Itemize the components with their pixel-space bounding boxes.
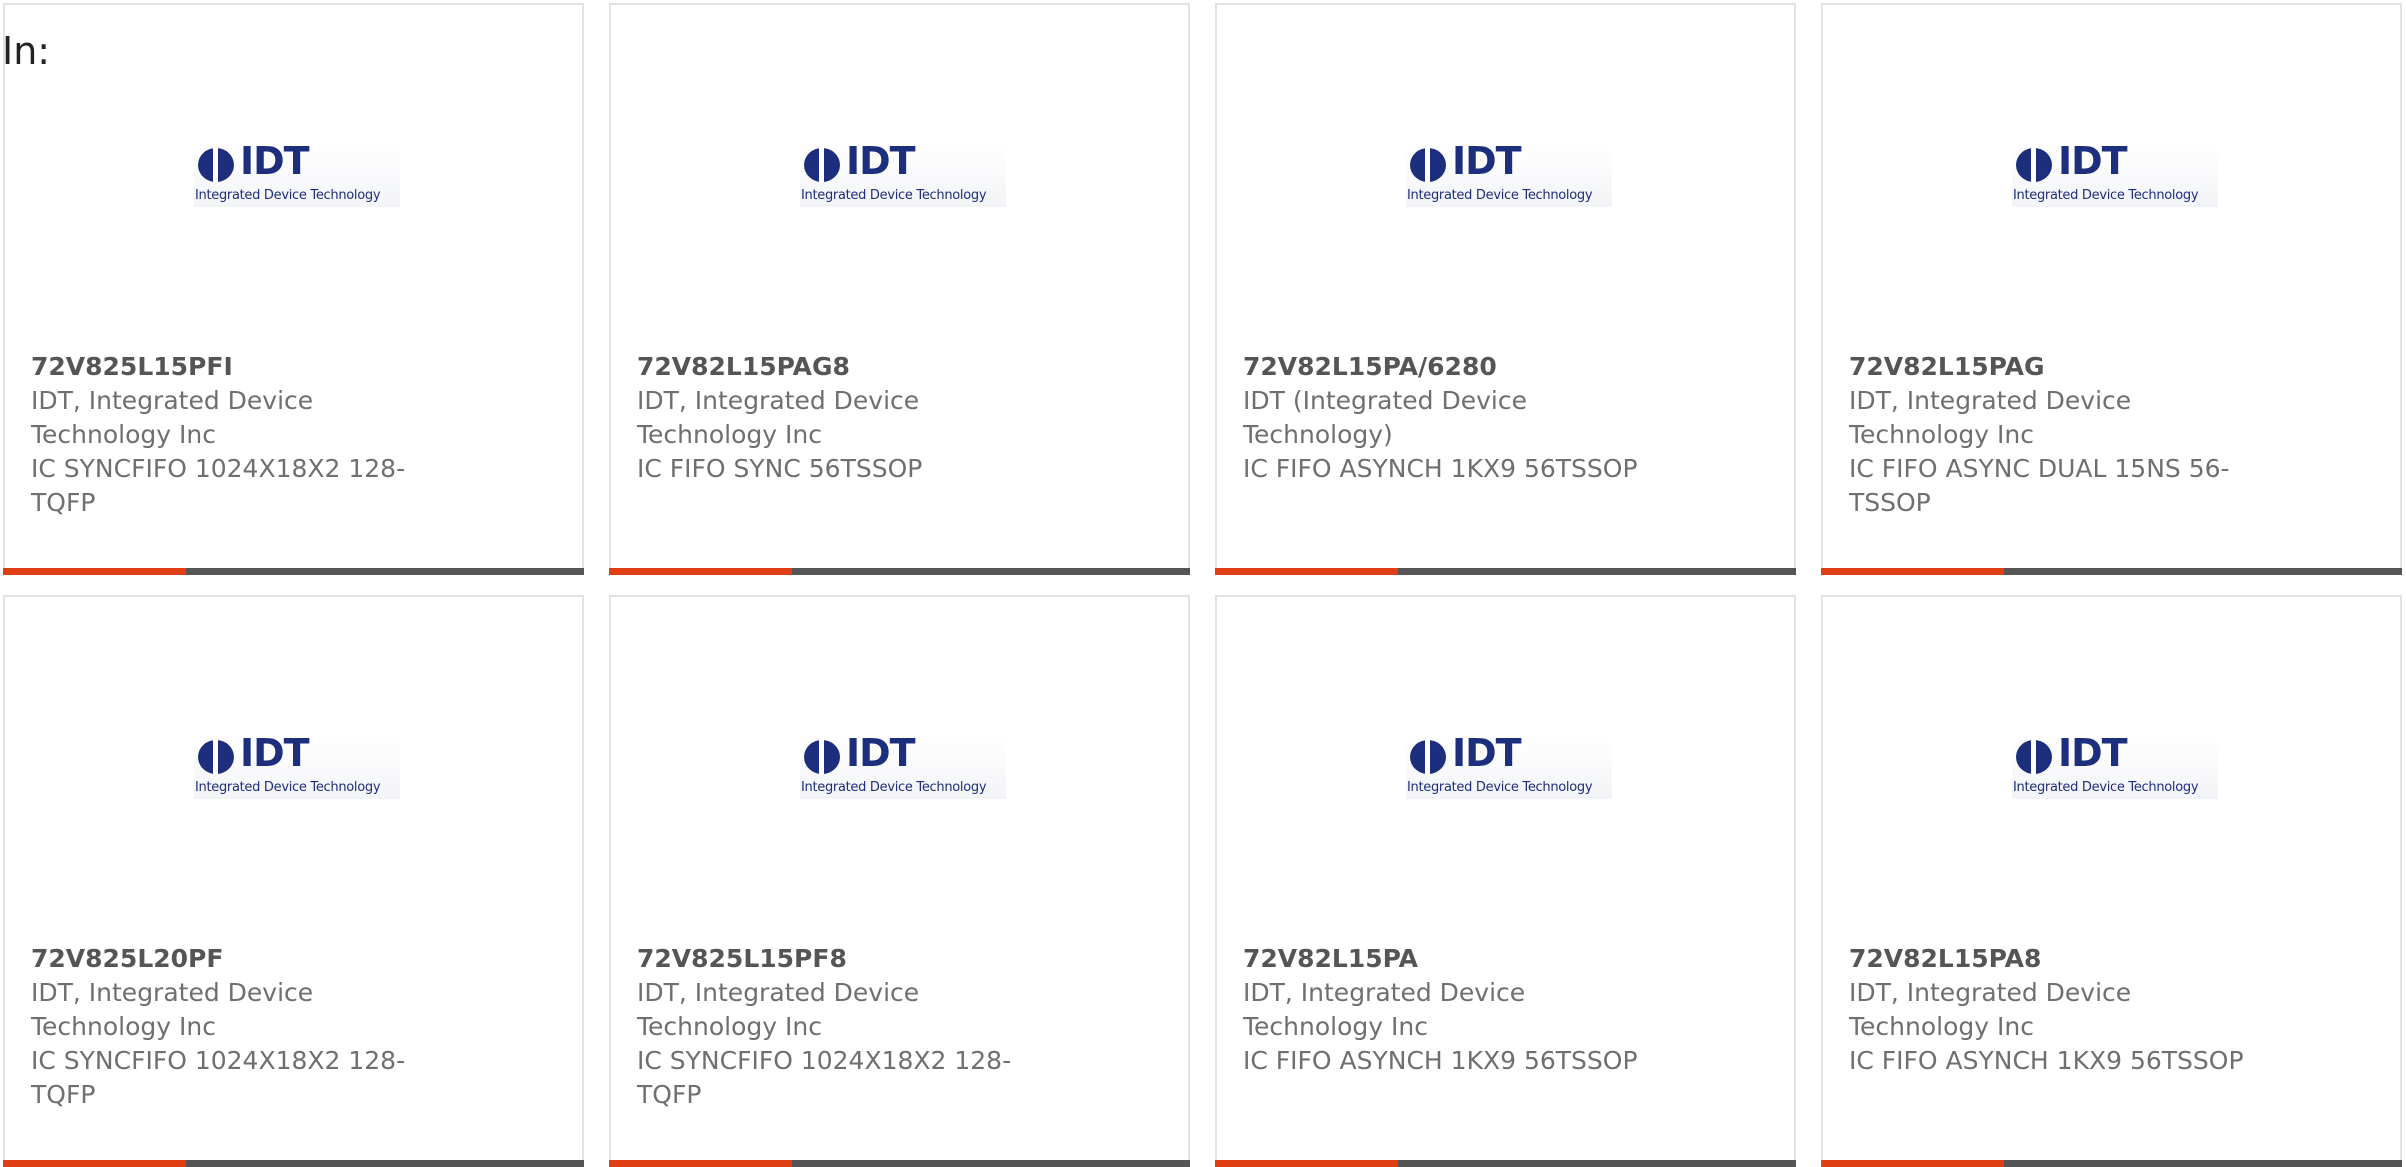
product-info: 72V82L15PAG8 IDT, Integrated Device Tech… (637, 350, 1057, 486)
product-card[interactable]: IDT Integrated Device Technology 72V825L… (609, 595, 1190, 1167)
idt-logo: IDT Integrated Device Technology (2012, 731, 2218, 799)
product-card[interactable]: IDT Integrated Device Technology 72V82L1… (1821, 595, 2402, 1167)
idt-logo-icon (198, 147, 234, 183)
part-number[interactable]: 72V82L15PA (1243, 942, 1663, 976)
card-bottom-bar (1215, 1160, 1796, 1167)
idt-logo: IDT Integrated Device Technology (1406, 731, 1612, 799)
description: IC FIFO ASYNCH 1KX9 56TSSOP (1849, 1046, 2244, 1075)
card-bottom-accent (3, 568, 186, 575)
card-bottom-bar (609, 1160, 1190, 1167)
product-grid: IDT Integrated Device Technology 72V825L… (3, 3, 2403, 1167)
product-info: 72V82L15PA IDT, Integrated Device Techno… (1243, 942, 1663, 1078)
product-info: 72V825L20PF IDT, Integrated Device Techn… (31, 942, 451, 1112)
card-bottom-bar (1215, 568, 1796, 575)
idt-logo: IDT Integrated Device Technology (2012, 139, 2218, 207)
description: IC SYNCFIFO 1024X18X2 128-TQFP (637, 1046, 1012, 1109)
part-number[interactable]: 72V825L20PF (31, 942, 451, 976)
manufacturer: IDT (Integrated Device Technology) (1243, 386, 1527, 449)
logo-wordmark: IDT (2058, 139, 2128, 183)
idt-logo-icon (1410, 147, 1446, 183)
product-info: 72V82L15PAG IDT, Integrated Device Techn… (1849, 350, 2269, 520)
logo-wordmark: IDT (1452, 139, 1522, 183)
logo-tagline: Integrated Device Technology (2013, 780, 2199, 795)
product-card[interactable]: IDT Integrated Device Technology 72V82L1… (1821, 3, 2402, 575)
logo-tagline: Integrated Device Technology (1407, 188, 1593, 203)
idt-logo-icon (804, 739, 840, 775)
product-info: 72V825L15PF8 IDT, Integrated Device Tech… (637, 942, 1057, 1112)
manufacturer: IDT, Integrated Device Technology Inc (637, 386, 920, 449)
card-bottom-accent (1821, 1160, 2004, 1167)
logo-tagline: Integrated Device Technology (801, 780, 987, 795)
logo-wordmark: IDT (240, 731, 310, 775)
logo-wordmark: IDT (240, 139, 310, 183)
manufacturer: IDT, Integrated Device Technology Inc (1849, 978, 2132, 1041)
idt-logo: IDT Integrated Device Technology (194, 139, 400, 207)
logo-tagline: Integrated Device Technology (195, 188, 381, 203)
manufacturer: IDT, Integrated Device Technology Inc (1849, 386, 2132, 449)
manufacturer: IDT, Integrated Device Technology Inc (31, 386, 314, 449)
manufacturer: IDT, Integrated Device Technology Inc (31, 978, 314, 1041)
card-bottom-accent (3, 1160, 186, 1167)
idt-logo-icon (2016, 147, 2052, 183)
logo-tagline: Integrated Device Technology (2013, 188, 2199, 203)
description: IC FIFO ASYNCH 1KX9 56TSSOP (1243, 454, 1638, 483)
idt-logo-icon (198, 739, 234, 775)
card-bottom-accent (1215, 1160, 1398, 1167)
product-info: 72V825L15PFI IDT, Integrated Device Tech… (31, 350, 451, 520)
card-bottom-bar (609, 568, 1190, 575)
part-number[interactable]: 72V82L15PA8 (1849, 942, 2269, 976)
part-number[interactable]: 72V825L15PFI (31, 350, 451, 384)
part-number[interactable]: 72V82L15PAG8 (637, 350, 1057, 384)
product-card[interactable]: IDT Integrated Device Technology 72V825L… (3, 595, 584, 1167)
card-bottom-accent (609, 1160, 792, 1167)
idt-logo-icon (1410, 739, 1446, 775)
idt-logo: IDT Integrated Device Technology (800, 731, 1006, 799)
description: IC FIFO ASYNC DUAL 15NS 56-TSSOP (1849, 454, 2230, 517)
description: IC FIFO ASYNCH 1KX9 56TSSOP (1243, 1046, 1638, 1075)
card-bottom-accent (609, 568, 792, 575)
logo-tagline: Integrated Device Technology (195, 780, 381, 795)
part-number[interactable]: 72V82L15PA/6280 (1243, 350, 1663, 384)
logo-wordmark: IDT (2058, 731, 2128, 775)
card-bottom-accent (1821, 568, 2004, 575)
filter-label: In: (2, 29, 51, 73)
product-card[interactable]: IDT Integrated Device Technology 72V82L1… (1215, 595, 1796, 1167)
product-card[interactable]: IDT Integrated Device Technology 72V82L1… (609, 3, 1190, 575)
logo-wordmark: IDT (846, 139, 916, 183)
card-bottom-bar (1821, 568, 2402, 575)
card-bottom-accent (1215, 568, 1398, 575)
description: IC FIFO SYNC 56TSSOP (637, 454, 923, 483)
card-bottom-bar (3, 568, 584, 575)
logo-wordmark: IDT (846, 731, 916, 775)
logo-wordmark: IDT (1452, 731, 1522, 775)
card-bottom-bar (1821, 1160, 2402, 1167)
product-info: 72V82L15PA8 IDT, Integrated Device Techn… (1849, 942, 2269, 1078)
card-bottom-bar (3, 1160, 584, 1167)
part-number[interactable]: 72V825L15PF8 (637, 942, 1057, 976)
product-card[interactable]: IDT Integrated Device Technology 72V82L1… (1215, 3, 1796, 575)
idt-logo: IDT Integrated Device Technology (800, 139, 1006, 207)
idt-logo: IDT Integrated Device Technology (1406, 139, 1612, 207)
idt-logo-icon (2016, 739, 2052, 775)
idt-logo: IDT Integrated Device Technology (194, 731, 400, 799)
product-info: 72V82L15PA/6280 IDT (Integrated Device T… (1243, 350, 1663, 486)
idt-logo-icon (804, 147, 840, 183)
manufacturer: IDT, Integrated Device Technology Inc (637, 978, 920, 1041)
logo-tagline: Integrated Device Technology (1407, 780, 1593, 795)
product-card[interactable]: IDT Integrated Device Technology 72V825L… (3, 3, 584, 575)
logo-tagline: Integrated Device Technology (801, 188, 987, 203)
description: IC SYNCFIFO 1024X18X2 128-TQFP (31, 454, 406, 517)
manufacturer: IDT, Integrated Device Technology Inc (1243, 978, 1526, 1041)
part-number[interactable]: 72V82L15PAG (1849, 350, 2269, 384)
description: IC SYNCFIFO 1024X18X2 128-TQFP (31, 1046, 406, 1109)
